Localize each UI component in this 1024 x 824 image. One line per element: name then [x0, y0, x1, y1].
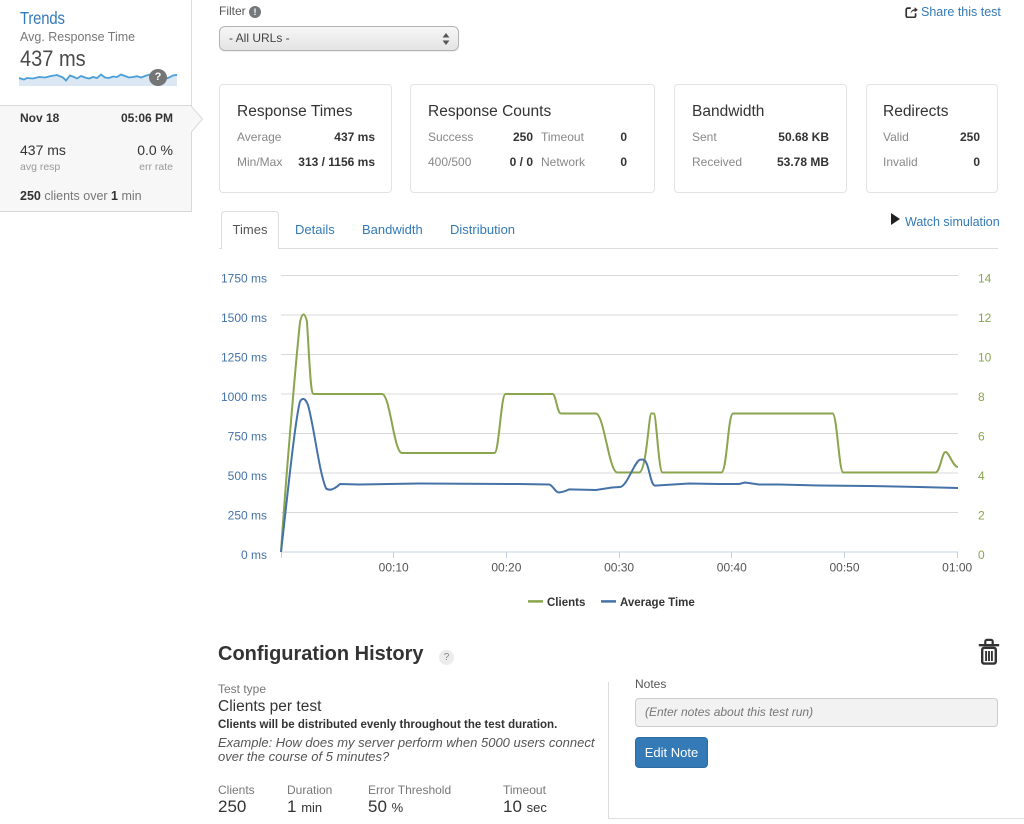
svg-text:1500 ms: 1500 ms	[221, 311, 267, 325]
svg-text:750 ms: 750 ms	[228, 429, 267, 443]
svg-text:250 ms: 250 ms	[228, 508, 267, 522]
svg-text:4: 4	[978, 469, 985, 483]
svg-text:Average Time: Average Time	[620, 597, 695, 609]
svg-text:00:30: 00:30	[604, 561, 634, 575]
svg-text:01:00: 01:00	[942, 561, 972, 575]
svg-text:1000 ms: 1000 ms	[221, 390, 267, 404]
svg-text:8: 8	[978, 390, 985, 404]
svg-text:500 ms: 500 ms	[228, 469, 267, 483]
svg-text:0: 0	[978, 548, 985, 562]
svg-text:1750 ms: 1750 ms	[221, 271, 267, 285]
svg-text:00:40: 00:40	[717, 561, 747, 575]
svg-text:1250 ms: 1250 ms	[221, 350, 267, 364]
svg-text:2: 2	[978, 508, 985, 522]
svg-text:Clients: Clients	[547, 597, 585, 609]
svg-text:12: 12	[978, 311, 992, 325]
svg-text:00:10: 00:10	[379, 561, 409, 575]
svg-text:00:50: 00:50	[829, 561, 859, 575]
svg-text:14: 14	[978, 271, 992, 285]
svg-text:10: 10	[978, 350, 992, 364]
svg-text:00:20: 00:20	[491, 561, 521, 575]
svg-text:0 ms: 0 ms	[241, 548, 267, 562]
svg-text:6: 6	[978, 429, 985, 443]
